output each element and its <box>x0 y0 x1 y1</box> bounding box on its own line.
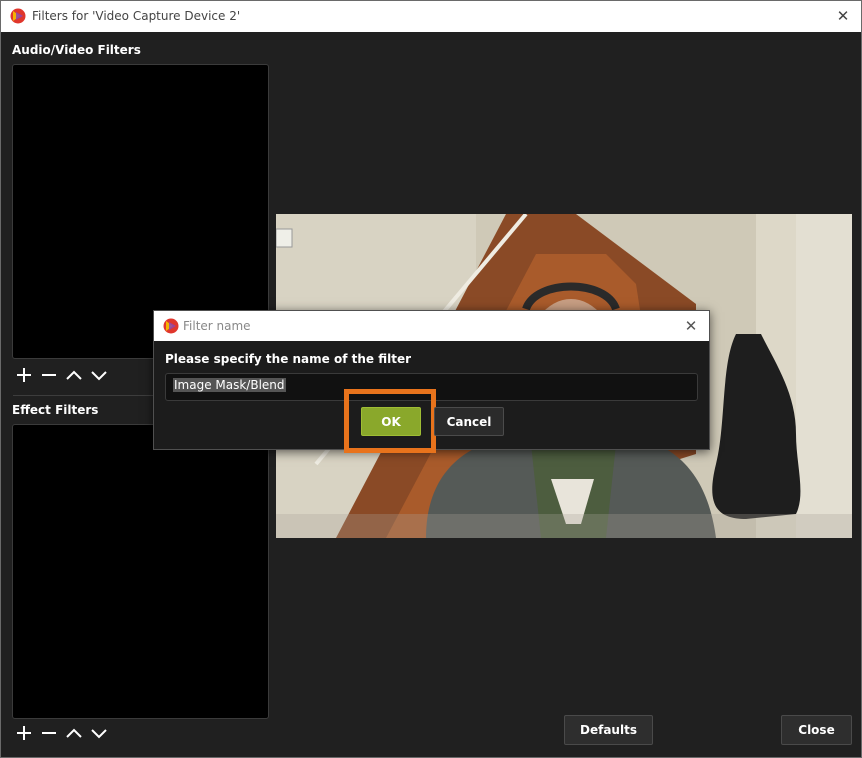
filter-name-value: Image Mask/Blend <box>173 378 286 392</box>
move-down-icon <box>91 729 107 739</box>
dialog-title: Filter name <box>183 319 251 333</box>
remove-icon <box>42 732 56 734</box>
remove-av-filter-button[interactable] <box>38 365 60 385</box>
title-bar: Filters for 'Video Capture Device 2' ✕ <box>1 1 861 32</box>
audio-video-filters-label: Audio/Video Filters <box>12 43 141 57</box>
move-up-av-filter-button[interactable] <box>63 365 85 385</box>
move-up-icon <box>66 728 82 738</box>
add-icon <box>17 726 31 740</box>
remove-effect-filter-button[interactable] <box>38 723 60 743</box>
move-down-av-filter-button[interactable] <box>88 365 110 385</box>
move-up-icon <box>66 370 82 380</box>
move-up-effect-filter-button[interactable] <box>63 723 85 743</box>
audio-video-toolbar <box>13 365 110 385</box>
dialog-prompt: Please specify the name of the filter <box>165 352 412 366</box>
app-logo-icon <box>10 8 26 24</box>
cancel-button[interactable]: Cancel <box>434 407 504 436</box>
effect-toolbar <box>13 723 110 743</box>
move-down-icon <box>91 371 107 381</box>
effect-filters-label: Effect Filters <box>12 403 99 417</box>
add-icon <box>17 368 31 382</box>
app-logo-icon <box>163 318 179 334</box>
ok-button[interactable]: OK <box>361 407 421 436</box>
add-effect-filter-button[interactable] <box>13 723 35 743</box>
move-down-effect-filter-button[interactable] <box>88 723 110 743</box>
close-button[interactable]: Close <box>781 715 852 745</box>
window-close-icon[interactable]: ✕ <box>833 6 853 26</box>
dialog-close-icon[interactable]: ✕ <box>681 316 701 336</box>
add-av-filter-button[interactable] <box>13 365 35 385</box>
window-title: Filters for 'Video Capture Device 2' <box>32 9 241 23</box>
effect-filters-list[interactable] <box>12 424 269 719</box>
remove-icon <box>42 374 56 376</box>
dialog-title-bar: Filter name ✕ <box>154 311 709 341</box>
filter-name-dialog: Filter name ✕ Please specify the name of… <box>153 310 710 453</box>
defaults-button[interactable]: Defaults <box>564 715 653 745</box>
